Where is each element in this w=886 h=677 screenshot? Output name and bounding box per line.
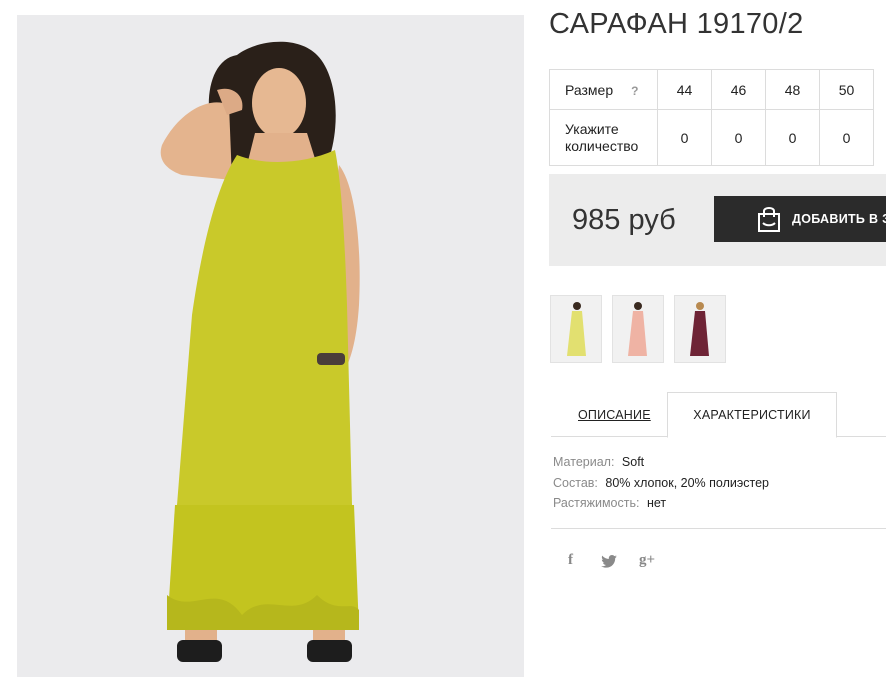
- quantity-input-50[interactable]: 0: [819, 109, 874, 166]
- quantity-input-46[interactable]: 0: [711, 109, 766, 166]
- size-50: 50: [819, 69, 874, 110]
- quantity-input-48[interactable]: 0: [765, 109, 820, 166]
- product-title: САРАФАН 19170/2: [549, 8, 804, 40]
- price-panel: 985 руб ДОБАВИТЬ В З: [549, 174, 886, 266]
- add-to-cart-button[interactable]: ДОБАВИТЬ В З: [714, 196, 886, 242]
- size-46: 46: [711, 69, 766, 110]
- product-main-image[interactable]: [17, 15, 524, 677]
- size-label-cell: Размер?: [549, 69, 658, 110]
- tab-characteristics[interactable]: ХАРАКТЕРИСТИКИ: [667, 392, 837, 438]
- variant-thumb-yellow[interactable]: [550, 295, 602, 363]
- spec-value: нет: [646, 496, 667, 510]
- add-to-cart-label: ДОБАВИТЬ В З: [792, 212, 886, 226]
- facebook-icon[interactable]: f: [568, 552, 573, 569]
- variant-yellow-image: [551, 296, 601, 362]
- spec-key: Материал:: [553, 455, 615, 469]
- dress-photo-illustration: [17, 15, 524, 677]
- product-price: 985 руб: [572, 204, 676, 236]
- tab-description[interactable]: ОПИСАНИЕ: [578, 408, 651, 422]
- quantity-label: Укажите количество: [549, 109, 658, 166]
- quantity-input-44[interactable]: 0: [657, 109, 712, 166]
- size-quantity-table: Размер? 44 46 48 50 Укажите количество 0…: [549, 69, 874, 166]
- social-divider: [551, 528, 886, 529]
- variant-burgundy-image: [675, 296, 725, 362]
- size-48: 48: [765, 69, 820, 110]
- variant-thumb-peach[interactable]: [612, 295, 664, 363]
- size-row: Размер? 44 46 48 50: [549, 69, 874, 110]
- size-44: 44: [657, 69, 712, 110]
- quantity-row: Укажите количество 0 0 0 0: [549, 109, 874, 166]
- spec-row-composition: Состав: 80% хлопок, 20% полиэстер: [553, 476, 769, 497]
- google-plus-icon[interactable]: g+: [639, 552, 655, 569]
- spec-row-material: Материал: Soft: [553, 455, 769, 476]
- size-label: Размер: [565, 81, 614, 98]
- spec-key: Растяжимость:: [553, 496, 640, 510]
- quantity-label-text: Укажите количество: [565, 120, 639, 154]
- spec-key: Состав:: [553, 475, 598, 490]
- tab-characteristics-label: ХАРАКТЕРИСТИКИ: [693, 408, 811, 422]
- size-help-icon[interactable]: ?: [631, 84, 638, 98]
- twitter-icon[interactable]: [601, 555, 617, 573]
- shopping-bag-icon: [756, 205, 782, 233]
- spec-value: 80% хлопок, 20% полиэстер: [605, 475, 769, 490]
- characteristics-list: Материал: Soft Состав: 80% хлопок, 20% п…: [553, 455, 769, 517]
- variant-thumb-burgundy[interactable]: [674, 295, 726, 363]
- spec-value: Soft: [621, 455, 645, 469]
- spec-row-stretch: Растяжимость: нет: [553, 496, 769, 517]
- variant-peach-image: [613, 296, 663, 362]
